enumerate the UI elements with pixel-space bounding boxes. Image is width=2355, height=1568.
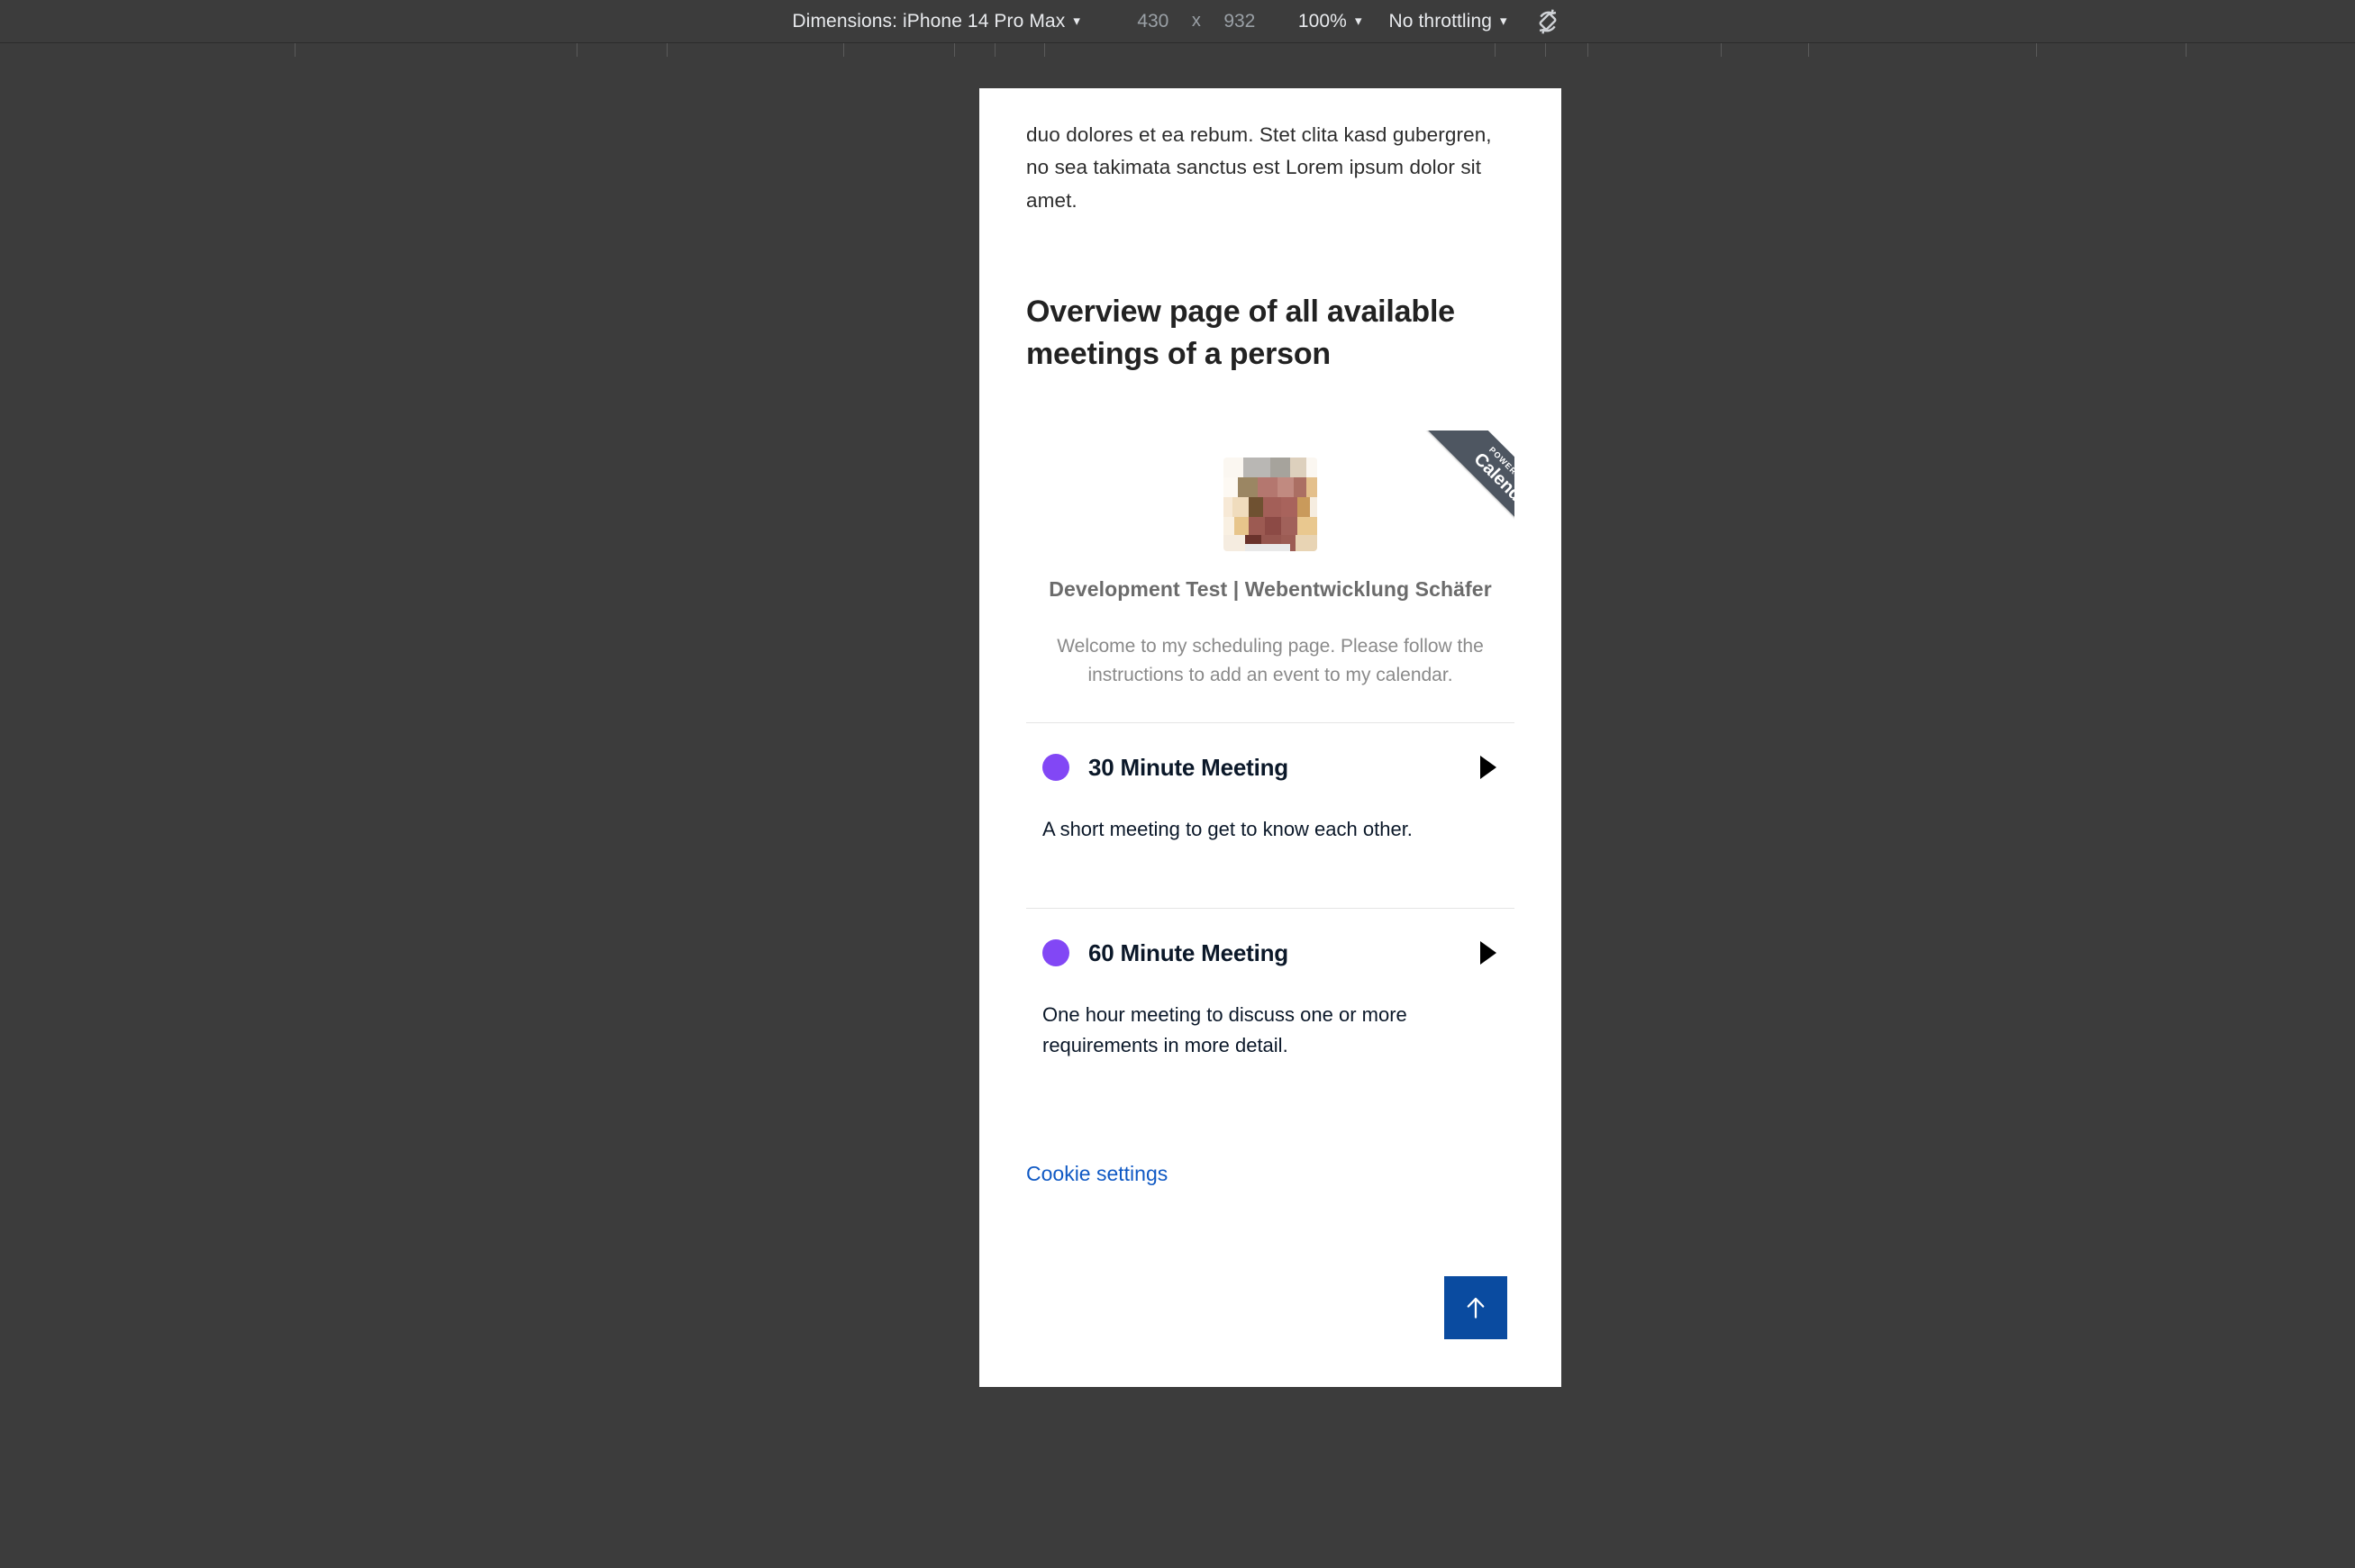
ruler-segment xyxy=(1587,43,1721,57)
calendly-ribbon: POWERED BY Calendly xyxy=(1381,430,1514,564)
chevron-right-icon[interactable] xyxy=(1480,756,1496,780)
event-color-dot-icon xyxy=(1042,939,1069,967)
lorem-paragraph: duo dolores et ea rebum. Stet clita kasd… xyxy=(1026,123,1492,212)
ruler-segment xyxy=(1545,43,1587,57)
arrow-up-icon xyxy=(1467,1297,1485,1319)
event-title: 30 Minute Meeting xyxy=(1088,753,1288,781)
throttling-selector[interactable]: No throttling ▾ xyxy=(1389,11,1507,32)
ruler-segment xyxy=(2186,43,2355,57)
event-type-60-minute-meeting[interactable]: 60 Minute Meeting One hour meeting to di… xyxy=(1026,909,1514,1092)
event-header: 60 Minute Meeting xyxy=(1026,939,1514,967)
viewport-ruler-bar xyxy=(0,43,2355,57)
event-title: 60 Minute Meeting xyxy=(1088,938,1288,966)
dimension-times-symbol: x xyxy=(1191,11,1201,31)
rotate-device-icon xyxy=(1539,8,1557,34)
avatar xyxy=(1223,457,1317,551)
event-header: 30 Minute Meeting xyxy=(1026,754,1514,782)
chevron-down-icon: ▾ xyxy=(1354,14,1362,29)
zoom-selector[interactable]: 100% ▾ xyxy=(1298,11,1362,32)
host-name: Development Test | Webentwicklung Schäfe… xyxy=(1049,576,1492,601)
zoom-level-label: 100% xyxy=(1297,10,1347,32)
mobile-page-viewport: duo dolores et ea rebum. Stet clita kasd… xyxy=(979,88,1561,1387)
event-color-dot-icon xyxy=(1042,754,1069,782)
ribbon-powered-by-label: POWERED BY xyxy=(1487,444,1514,497)
calendly-ribbon-banner: POWERED BY Calendly xyxy=(1420,430,1514,564)
ruler-segment xyxy=(1044,43,1495,57)
chevron-down-icon: ▾ xyxy=(1500,14,1507,29)
viewport-stage: duo dolores et ea rebum. Stet clita kasd… xyxy=(0,57,2355,1568)
viewport-width-input[interactable]: 430 xyxy=(1122,11,1185,32)
throttling-label: No throttling xyxy=(1388,10,1493,32)
welcome-message: Welcome to my scheduling page. Please fo… xyxy=(1057,635,1484,685)
ruler-segment xyxy=(1808,43,2036,57)
ruler-segment xyxy=(995,43,1044,57)
ruler-segment xyxy=(954,43,995,57)
calendly-widget: POWERED BY Calendly xyxy=(1026,430,1514,1097)
ruler-segment xyxy=(295,43,577,57)
page-title: Overview page of all available meetings … xyxy=(1026,295,1455,371)
ruler-segment xyxy=(667,43,843,57)
event-description: A short meeting to get to know each othe… xyxy=(1042,817,1413,840)
chevron-down-icon: ▾ xyxy=(1073,14,1080,29)
viewport-size-group: 430 x 932 xyxy=(1122,11,1271,32)
device-selector[interactable]: Dimensions: iPhone 14 Pro Max ▾ xyxy=(792,11,1079,32)
device-toolbar: Dimensions: iPhone 14 Pro Max ▾ 430 x 93… xyxy=(0,0,2355,43)
viewport-height-input[interactable]: 932 xyxy=(1208,11,1271,32)
device-selector-label: Dimensions: iPhone 14 Pro Max xyxy=(792,10,1066,32)
ruler-segment xyxy=(843,43,954,57)
ruler-segment xyxy=(1495,43,1545,57)
event-type-30-minute-meeting[interactable]: 30 Minute Meeting A short meeting to get… xyxy=(1026,723,1514,875)
event-description: One hour meeting to discuss one or more … xyxy=(1042,1002,1407,1056)
page-content: duo dolores et ea rebum. Stet clita kasd… xyxy=(979,88,1561,1188)
ribbon-brand-label: Calendly xyxy=(1469,449,1514,515)
ruler-segment xyxy=(1721,43,1808,57)
ruler-segment xyxy=(0,43,295,57)
scroll-to-top-button[interactable] xyxy=(1444,1276,1507,1339)
rotate-device-button[interactable] xyxy=(1507,6,1563,37)
cookie-settings-link[interactable]: Cookie settings xyxy=(1026,1161,1168,1188)
ruler-segment xyxy=(2036,43,2186,57)
ruler-segment xyxy=(577,43,667,57)
chevron-right-icon[interactable] xyxy=(1480,941,1496,965)
